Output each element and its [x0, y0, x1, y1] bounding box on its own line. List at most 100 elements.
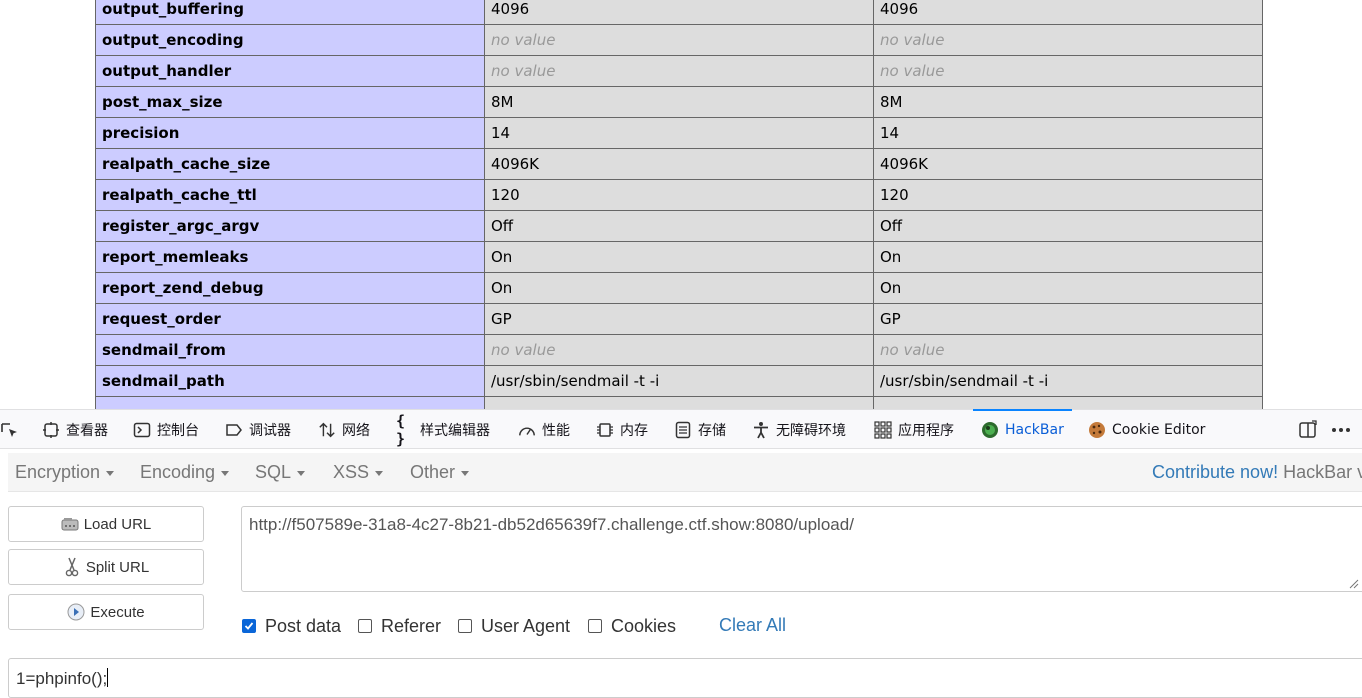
table-row: realpath_cache_ttl 120 120	[95, 179, 1263, 211]
tab-label: 样式编辑器	[420, 422, 490, 439]
resize-handle-icon[interactable]	[1349, 579, 1359, 589]
table-row: output_encoding no value no value	[95, 24, 1263, 56]
local-value: 14	[484, 117, 874, 149]
master-value	[873, 396, 1263, 409]
tab-hackbar[interactable]: HackBar	[973, 409, 1072, 449]
table-row: post_max_size 8M 8M	[95, 86, 1263, 118]
tab-style-editor[interactable]: { } 样式编辑器	[396, 410, 490, 449]
tab-memory[interactable]: 内存	[596, 410, 648, 449]
hackbar-icon	[981, 421, 999, 439]
checkbox-checked-icon	[242, 619, 256, 633]
table-row: report_zend_debug On On	[95, 272, 1263, 304]
tab-application[interactable]: 应用程序	[874, 410, 954, 449]
directive-name: realpath_cache_ttl	[95, 179, 485, 211]
load-url-icon	[61, 516, 79, 532]
tab-inspector[interactable]: 查看器	[42, 410, 108, 449]
master-value: no value	[873, 24, 1263, 56]
chevron-down-icon	[375, 470, 384, 476]
tab-network[interactable]: 网络	[318, 410, 370, 449]
dock-toggle-icon[interactable]	[1298, 410, 1318, 449]
tab-label: 存储	[698, 422, 726, 439]
local-value: On	[484, 241, 874, 273]
chevron-down-icon	[297, 470, 306, 476]
local-value: no value	[484, 334, 874, 366]
table-row: realpath_cache_size 4096K 4096K	[95, 148, 1263, 180]
contribute-link[interactable]: Contribute now!	[1152, 462, 1278, 482]
directive-name: register_argc_argv	[95, 210, 485, 242]
table-row: output_buffering 4096 4096	[95, 0, 1263, 25]
style-editor-icon: { }	[396, 411, 406, 448]
tab-cookie-editor[interactable]: Cookie Editor	[1088, 410, 1205, 449]
directive-name: precision	[95, 117, 485, 149]
table-row: output_handler no value no value	[95, 55, 1263, 87]
directive-name: output_buffering	[95, 0, 485, 25]
local-value: no value	[484, 24, 874, 56]
directive-name	[95, 396, 485, 409]
cookie-icon	[1088, 421, 1106, 439]
cookies-checkbox[interactable]: Cookies	[588, 616, 676, 636]
performance-icon	[518, 421, 536, 439]
master-value: On	[873, 241, 1263, 273]
load-url-button[interactable]: Load URL	[8, 506, 204, 542]
directive-name: output_encoding	[95, 24, 485, 56]
post-data-checkbox[interactable]: Post data	[242, 616, 341, 636]
menu-encryption[interactable]: Encryption	[15, 453, 115, 491]
url-textarea[interactable]: http://f507589e-31a8-4c27-8b21-db52d6563…	[241, 506, 1362, 592]
master-value: no value	[873, 55, 1263, 87]
tab-console[interactable]: 控制台	[133, 410, 199, 449]
master-value: 4096	[873, 0, 1263, 25]
tab-accessibility[interactable]: 无障碍环境	[752, 410, 846, 449]
clear-all-link[interactable]: Clear All	[719, 615, 786, 636]
checkbox-unchecked-icon	[358, 619, 372, 633]
master-value: Off	[873, 210, 1263, 242]
local-value: 4096	[484, 0, 874, 25]
chevron-down-icon	[221, 470, 230, 476]
split-url-button[interactable]: Split URL	[8, 549, 204, 585]
checkbox-unchecked-icon	[458, 619, 472, 633]
table-row: sendmail_from no value no value	[95, 334, 1263, 366]
debugger-icon	[225, 421, 243, 439]
local-value: /usr/sbin/sendmail -t -i	[484, 365, 874, 397]
tab-label: 性能	[542, 422, 570, 439]
element-picker-icon[interactable]	[0, 410, 20, 449]
url-value: http://f507589e-31a8-4c27-8b21-db52d6563…	[249, 515, 854, 534]
play-icon	[67, 603, 85, 621]
directive-name: post_max_size	[95, 86, 485, 118]
post-data-textarea[interactable]: 1=phpinfo();	[8, 658, 1362, 698]
contribute-banner: Contribute now! HackBar v	[1152, 453, 1362, 491]
execute-button[interactable]: Execute	[8, 594, 204, 630]
tab-storage[interactable]: 存储	[674, 410, 726, 449]
local-value: Off	[484, 210, 874, 242]
menu-encoding[interactable]: Encoding	[140, 453, 230, 491]
menu-other[interactable]: Other	[410, 453, 470, 491]
tab-performance[interactable]: 性能	[518, 410, 570, 449]
tab-label: 调试器	[249, 422, 291, 439]
text-cursor	[107, 668, 109, 687]
user-agent-checkbox[interactable]: User Agent	[458, 616, 570, 636]
more-options-icon[interactable]	[1330, 410, 1352, 449]
tab-label: 内存	[620, 422, 648, 439]
referer-checkbox[interactable]: Referer	[358, 616, 441, 636]
network-icon	[318, 421, 336, 439]
master-value: 14	[873, 117, 1263, 149]
directive-name: sendmail_from	[95, 334, 485, 366]
tab-debugger[interactable]: 调试器	[225, 410, 291, 449]
hackbar-toolbar: Encryption Encoding SQL XSS Other Contri…	[8, 453, 1362, 492]
table-row: report_memleaks On On	[95, 241, 1263, 273]
local-value: 4096K	[484, 148, 874, 180]
table-row: request_order GP GP	[95, 303, 1263, 335]
table-row: precision 14 14	[95, 117, 1263, 149]
table-row	[95, 396, 1263, 409]
directive-name: output_handler	[95, 55, 485, 87]
chevron-down-icon	[461, 470, 470, 476]
accessibility-icon	[752, 421, 770, 439]
menu-sql[interactable]: SQL	[255, 453, 306, 491]
menu-xss[interactable]: XSS	[333, 453, 384, 491]
tab-label: 控制台	[157, 422, 199, 439]
directive-name: report_zend_debug	[95, 272, 485, 304]
storage-icon	[674, 421, 692, 439]
master-value: 8M	[873, 86, 1263, 118]
master-value: On	[873, 272, 1263, 304]
chevron-down-icon	[106, 470, 115, 476]
memory-icon	[596, 421, 614, 439]
